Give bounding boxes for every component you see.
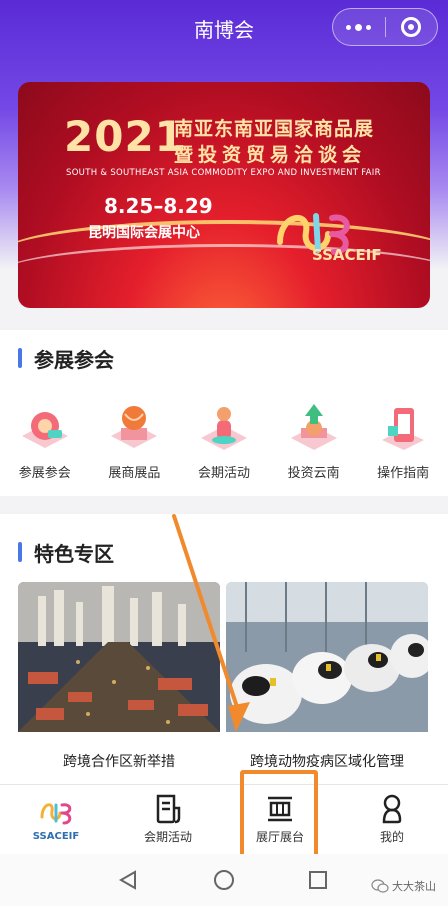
entry-label: 投资云南 xyxy=(287,466,340,481)
quick-entry-grid: 参展参会 展商展品 会期活动 投资云南 操作指南 xyxy=(0,400,448,481)
more-menu-button[interactable] xyxy=(333,9,385,45)
expo-banner[interactable]: 2021 南亚东南亚国家商品展 暨投资贸易洽谈会 SOUTH & SOUTHEA… xyxy=(18,82,430,308)
invest-yunnan-icon xyxy=(290,404,337,450)
entry-exhibit-register[interactable]: 参展参会 xyxy=(0,400,90,481)
user-profile-icon xyxy=(382,794,402,824)
watermark: 大大茶山 xyxy=(371,878,436,894)
exhibit-register-icon xyxy=(21,412,68,448)
wechat-icon xyxy=(371,879,389,893)
bottom-tab-bar: SSACEIF 会期活动 展厅展台 我的 xyxy=(0,784,448,854)
entry-label: 会期活动 xyxy=(197,466,250,481)
entry-events[interactable]: 会期活动 xyxy=(179,400,269,481)
banner-title-line1: 南亚东南亚国家商品展 xyxy=(174,118,375,140)
tab-label: 我的 xyxy=(379,830,404,844)
events-icon xyxy=(200,407,247,450)
banner-title-line2: 暨投资贸易洽谈会 xyxy=(174,144,367,166)
section-title-exhibit: 参展参会 xyxy=(18,344,114,373)
document-list-icon xyxy=(156,794,181,824)
banner-english-title: SOUTH & SOUTHEAST ASIA COMMODITY EXPO AN… xyxy=(66,168,381,178)
entry-invest-yunnan[interactable]: 投资云南 xyxy=(269,400,359,481)
tab-logo-text: SSACEIF xyxy=(32,831,80,842)
entry-label: 参展参会 xyxy=(18,466,71,481)
dot-icon xyxy=(366,24,372,30)
dairy-cows-image xyxy=(226,582,428,732)
exhibitor-products-icon xyxy=(111,406,158,448)
section-title-featured: 特色专区 xyxy=(18,538,114,567)
home-icon xyxy=(214,870,234,890)
target-close-icon xyxy=(401,17,422,37)
banner-venue: 昆明国际会展中心 xyxy=(88,225,200,241)
tab-label: 会期活动 xyxy=(143,830,192,844)
tab-home-logo[interactable]: SSACEIF xyxy=(0,785,112,854)
entry-exhibitor-products[interactable]: 展商展品 xyxy=(90,400,180,481)
banner-year: 2021 xyxy=(64,112,185,161)
city-aerial-image xyxy=(18,582,220,732)
featured-card-animal-disease[interactable]: 跨境动物疫病区域化管理 xyxy=(226,582,428,782)
close-mini-program-button[interactable] xyxy=(386,9,438,45)
mini-program-capsule xyxy=(332,8,438,46)
entry-label: 展商展品 xyxy=(108,466,161,481)
tab-mine[interactable]: 我的 xyxy=(336,785,448,854)
featured-card-cooperation-zone[interactable]: 跨境合作区新举措 xyxy=(18,582,220,782)
featured-caption: 跨境合作区新举措 xyxy=(63,754,175,770)
highlight-box-annotation xyxy=(240,770,318,864)
dot-icon xyxy=(355,23,363,31)
back-icon xyxy=(118,870,136,890)
banner-dates: 8.25–8.29 xyxy=(104,194,213,218)
guide-icon xyxy=(382,408,425,450)
tab-events[interactable]: 会期活动 xyxy=(112,785,224,854)
ssaceif-logo-icon xyxy=(40,803,72,825)
entry-guide[interactable]: 操作指南 xyxy=(358,400,448,481)
recents-icon xyxy=(309,871,327,889)
dot-icon xyxy=(346,24,352,30)
banner-logo-text: SSACEIF xyxy=(312,246,382,264)
watermark-text: 大大茶山 xyxy=(392,880,436,893)
entry-label: 操作指南 xyxy=(377,466,430,481)
